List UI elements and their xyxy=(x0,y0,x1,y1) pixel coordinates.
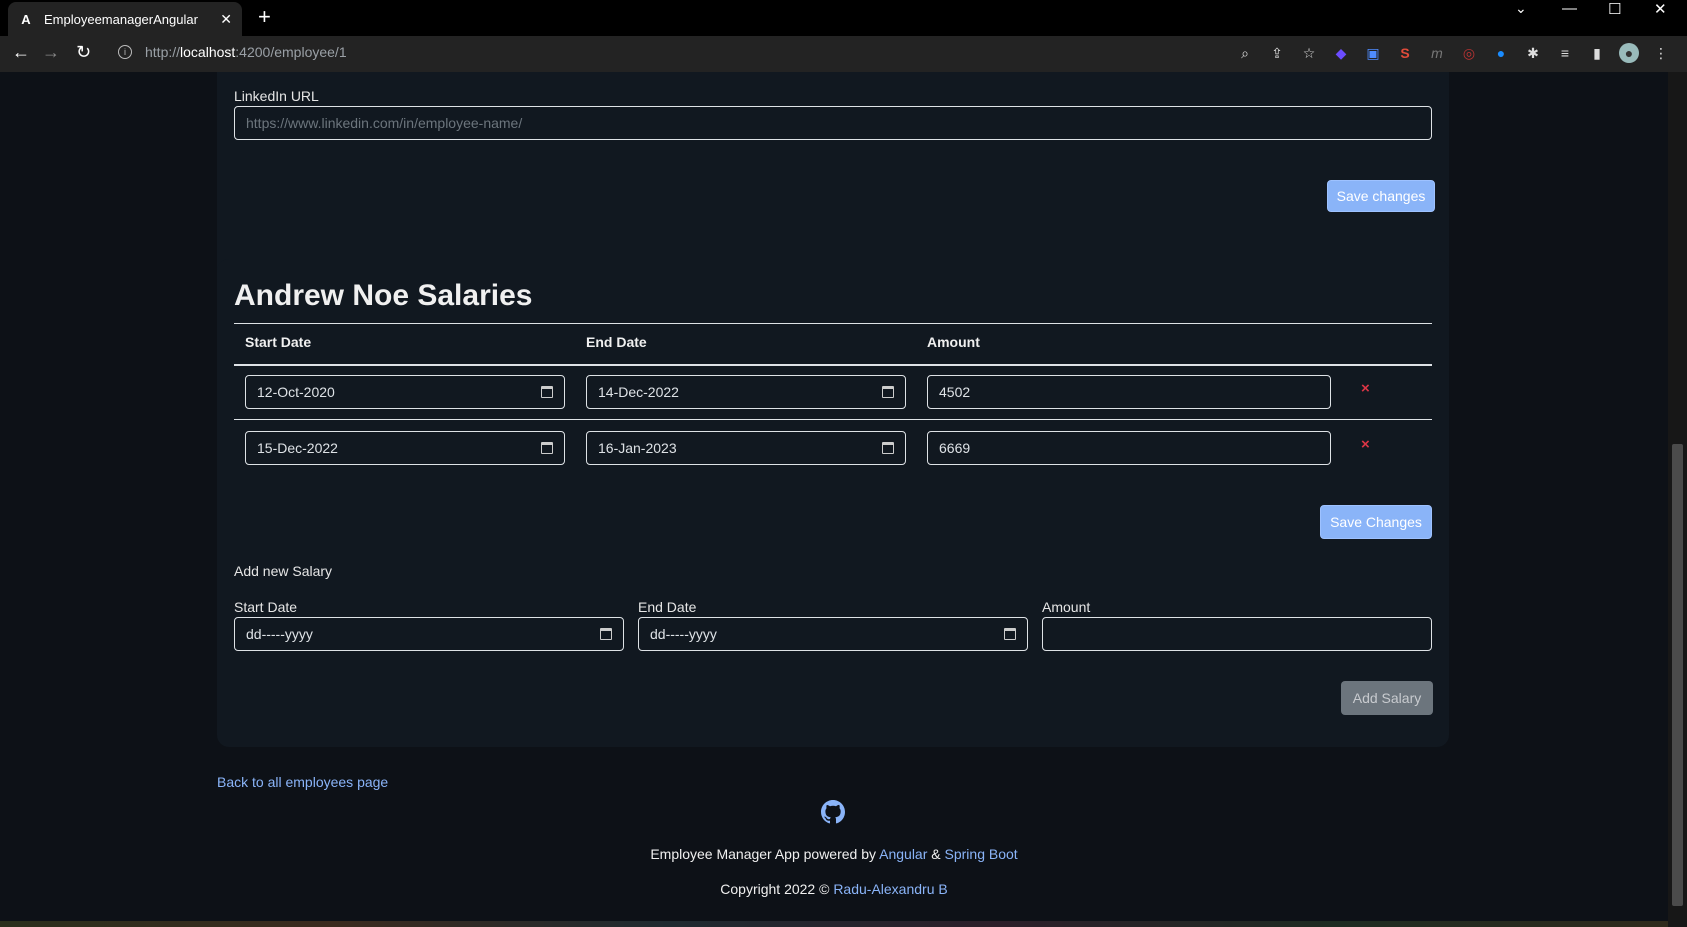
add-salary-heading: Add new Salary xyxy=(234,563,333,579)
angular-favicon-icon: A xyxy=(21,11,31,27)
calendar-icon[interactable] xyxy=(600,628,612,640)
extension-shazam-icon[interactable]: ● xyxy=(1491,43,1511,63)
header-start-date: Start Date xyxy=(245,334,312,350)
bookmark-star-icon[interactable]: ☆ xyxy=(1299,43,1319,63)
calendar-icon[interactable] xyxy=(541,386,553,398)
linkedin-label: LinkedIn URL xyxy=(234,88,319,104)
new-start-date-label: Start Date xyxy=(234,599,298,615)
calendar-icon[interactable] xyxy=(1004,628,1016,640)
calendar-icon[interactable] xyxy=(882,386,894,398)
angular-link[interactable]: Angular xyxy=(879,846,927,862)
delete-salary-icon[interactable]: × xyxy=(1361,380,1370,397)
salaries-title: Andrew Noe Salaries xyxy=(234,279,533,312)
url-rest: :4200/employee/1 xyxy=(235,44,347,60)
footer-powered-by: Employee Manager App powered by Angular … xyxy=(0,846,1668,862)
minimize-icon[interactable]: — xyxy=(1562,0,1577,20)
salaries-card: Andrew Noe Salaries Start Date End Date … xyxy=(217,259,1449,747)
header-amount: Amount xyxy=(927,334,980,350)
reading-list-icon[interactable]: ≡ xyxy=(1555,43,1575,63)
side-panel-icon[interactable]: ▮ xyxy=(1587,43,1607,63)
calendar-icon[interactable] xyxy=(882,442,894,454)
new-start-date-placeholder: dd-----yyyy xyxy=(246,626,313,642)
extension-red-s-icon[interactable]: S xyxy=(1395,43,1415,63)
extension-m-icon[interactable]: m xyxy=(1427,43,1447,63)
new-tab-icon[interactable]: + xyxy=(258,6,271,28)
menu-kebab-icon[interactable]: ⋮ xyxy=(1651,43,1671,63)
url-host: localhost xyxy=(180,44,236,60)
linkedin-placeholder: https://www.linkedin.com/in/employee-nam… xyxy=(246,115,523,131)
row-divider xyxy=(234,419,1432,420)
page-scrollbar[interactable] xyxy=(1668,72,1687,927)
page-content: LinkedIn URL https://www.linkedin.com/in… xyxy=(0,72,1668,927)
new-end-date-input[interactable]: dd-----yyyy xyxy=(638,617,1028,651)
row2-amount-input[interactable]: 6669 xyxy=(927,431,1331,465)
table-top-rule xyxy=(234,323,1432,324)
extension-blue-icon[interactable]: ▣ xyxy=(1363,43,1383,63)
forward-arrow-icon[interactable]: → xyxy=(42,42,60,63)
back-arrow-icon[interactable]: ← xyxy=(12,42,30,63)
copyright-prefix: Copyright 2022 © xyxy=(720,881,834,897)
add-salary-button[interactable]: Add Salary xyxy=(1341,681,1433,715)
row2-end-date: 16-Jan-2023 xyxy=(598,440,677,456)
tab-close-icon[interactable]: ✕ xyxy=(220,11,232,28)
reload-icon[interactable]: ↻ xyxy=(76,42,91,63)
share-icon[interactable]: ⇪ xyxy=(1267,43,1287,63)
spring-boot-link[interactable]: Spring Boot xyxy=(945,846,1018,862)
new-start-date-input[interactable]: dd-----yyyy xyxy=(234,617,624,651)
row1-start-date: 12-Oct-2020 xyxy=(257,384,335,400)
browser-tab-bar: A EmployeemanagerAngular ✕ + ⌄ — ☐ ✕ xyxy=(0,0,1687,36)
tab-search-chevron-icon[interactable]: ⌄ xyxy=(1515,0,1527,20)
row1-end-date: 14-Dec-2022 xyxy=(598,384,679,400)
row1-amount: 4502 xyxy=(939,384,971,400)
delete-salary-icon[interactable]: × xyxy=(1361,436,1370,453)
new-amount-input[interactable] xyxy=(1042,617,1432,651)
row1-amount-input[interactable]: 4502 xyxy=(927,375,1331,409)
extension-purple-icon[interactable]: ◆ xyxy=(1331,43,1351,63)
site-info-icon[interactable]: i xyxy=(118,45,132,59)
extension-icons: ⌕ ⇪ ☆ ◆ ▣ S m ◎ ● ✱ ≡ ▮ ● ⋮ xyxy=(1235,43,1671,63)
github-icon[interactable] xyxy=(821,800,845,824)
new-amount-label: Amount xyxy=(1042,599,1091,615)
browser-tab[interactable]: A EmployeemanagerAngular ✕ xyxy=(8,2,242,36)
row2-end-date-input[interactable]: 16-Jan-2023 xyxy=(586,431,906,465)
extension-red-circle-icon[interactable]: ◎ xyxy=(1459,43,1479,63)
new-end-date-placeholder: dd-----yyyy xyxy=(650,626,717,642)
zoom-icon[interactable]: ⌕ xyxy=(1235,43,1255,63)
profile-avatar-icon[interactable]: ● xyxy=(1619,43,1639,63)
row1-end-date-input[interactable]: 14-Dec-2022 xyxy=(586,375,906,409)
save-salaries-button[interactable]: Save Changes xyxy=(1320,505,1432,539)
url-prefix: http:// xyxy=(145,44,181,60)
window-close-icon[interactable]: ✕ xyxy=(1654,0,1667,20)
linkedin-url-input[interactable]: https://www.linkedin.com/in/employee-nam… xyxy=(234,106,1432,140)
table-header-rule xyxy=(234,364,1432,366)
extensions-puzzle-icon[interactable]: ✱ xyxy=(1523,43,1543,63)
save-changes-button[interactable]: Save changes xyxy=(1327,180,1435,212)
scrollbar-thumb[interactable] xyxy=(1672,444,1683,906)
row2-start-date: 15-Dec-2022 xyxy=(257,440,338,456)
row2-start-date-input[interactable]: 15-Dec-2022 xyxy=(245,431,565,465)
maximize-icon[interactable]: ☐ xyxy=(1608,0,1621,20)
row2-amount: 6669 xyxy=(939,440,971,456)
new-end-date-label: End Date xyxy=(638,599,697,615)
back-to-employees-link[interactable]: Back to all employees page xyxy=(217,774,388,790)
author-link[interactable]: Radu-Alexandru B xyxy=(833,881,947,897)
tab-title: EmployeemanagerAngular xyxy=(44,11,198,27)
header-end-date: End Date xyxy=(586,334,647,350)
address-bar[interactable]: i http://localhost:4200/employee/1 xyxy=(118,44,347,60)
footer-prefix: Employee Manager App powered by xyxy=(650,846,880,862)
footer-amp: & xyxy=(927,846,945,862)
browser-toolbar: ← → ↻ i http://localhost:4200/employee/1… xyxy=(0,36,1687,72)
footer-copyright: Copyright 2022 © Radu-Alexandru B xyxy=(0,881,1668,897)
row1-start-date-input[interactable]: 12-Oct-2020 xyxy=(245,375,565,409)
background-image-strip xyxy=(0,921,1668,927)
calendar-icon[interactable] xyxy=(541,442,553,454)
